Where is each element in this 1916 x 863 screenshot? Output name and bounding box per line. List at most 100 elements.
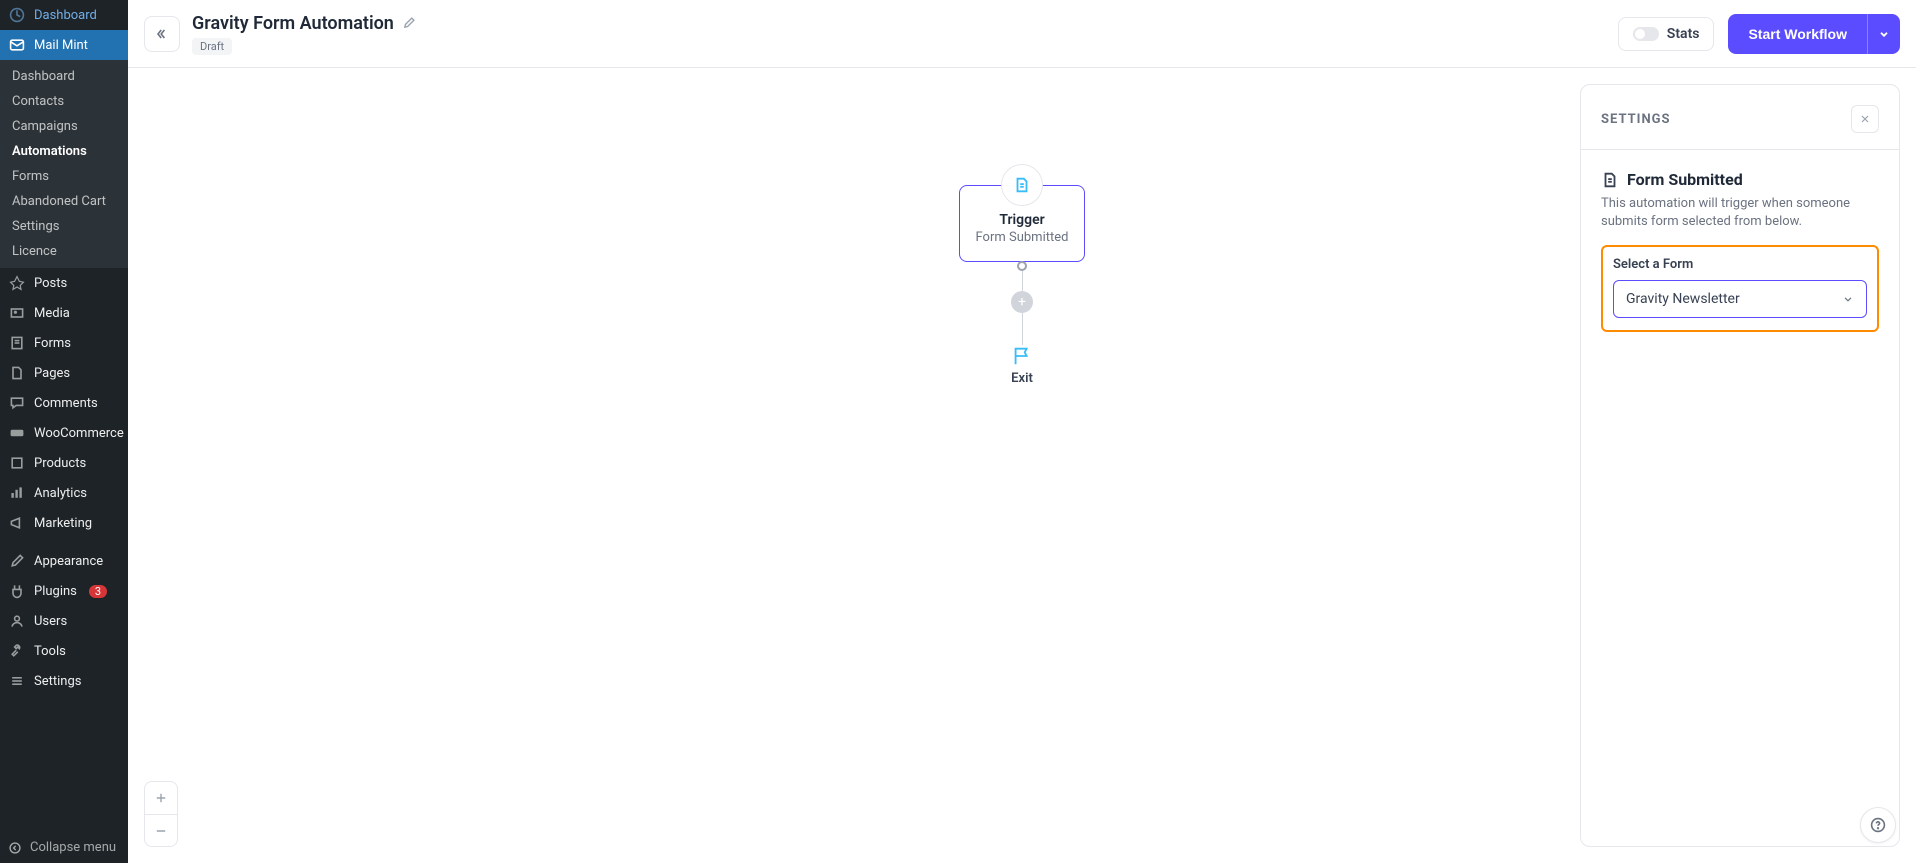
draft-badge: Draft — [192, 38, 232, 55]
wp-admin-sidebar: Dashboard Mail Mint Dashboard Contacts C… — [0, 0, 128, 863]
sidebar-label: Media — [34, 306, 70, 321]
sidebar-item-pages[interactable]: Pages — [0, 358, 128, 388]
trigger-title: Trigger — [972, 212, 1072, 228]
start-workflow-dropdown[interactable] — [1867, 14, 1900, 54]
topbar: Gravity Form Automation Draft Stats Star… — [128, 0, 1916, 68]
plugins-badge: 3 — [89, 585, 107, 598]
section-description: This automation will trigger when someon… — [1601, 195, 1879, 231]
help-icon — [1870, 817, 1886, 833]
page-title: Gravity Form Automation — [192, 13, 394, 34]
sidebar-item-users[interactable]: Users — [0, 606, 128, 636]
collapse-label: Collapse menu — [30, 840, 116, 855]
close-icon — [1859, 113, 1871, 125]
analytics-icon — [8, 484, 26, 502]
pin-icon — [8, 274, 26, 292]
forms-icon — [8, 334, 26, 352]
submenu-campaigns[interactable]: Campaigns — [0, 114, 128, 139]
collapse-icon — [8, 841, 22, 855]
form-select[interactable]: Gravity Newsletter — [1613, 280, 1867, 318]
sidebar-item-forms[interactable]: Forms — [0, 328, 128, 358]
sidebar-label: Posts — [34, 276, 67, 291]
panel-close-button[interactable] — [1851, 105, 1879, 133]
sidebar-item-comments[interactable]: Comments — [0, 388, 128, 418]
exit-flag-icon — [1011, 345, 1033, 367]
zoom-in-button[interactable] — [145, 782, 177, 814]
sidebar-item-posts[interactable]: Posts — [0, 268, 128, 298]
sidebar-label: Pages — [34, 366, 70, 381]
plugin-icon — [8, 582, 26, 600]
sidebar-label: Mail Mint — [34, 38, 88, 53]
select-value: Gravity Newsletter — [1626, 291, 1740, 307]
submenu-settings[interactable]: Settings — [0, 214, 128, 239]
stats-toggle-group: Stats — [1618, 17, 1715, 51]
user-icon — [8, 612, 26, 630]
sidebar-label: Users — [34, 614, 67, 629]
sidebar-item-tools[interactable]: Tools — [0, 636, 128, 666]
products-icon — [8, 454, 26, 472]
field-label: Select a Form — [1613, 257, 1867, 272]
comment-icon — [8, 394, 26, 412]
panel-header-title: SETTINGS — [1601, 112, 1671, 127]
sidebar-label: Comments — [34, 396, 98, 411]
start-workflow-button[interactable]: Start Workflow — [1728, 14, 1867, 54]
workflow-canvas[interactable]: Trigger Form Submitted + Exit SETTINGS — [128, 68, 1916, 863]
sidebar-item-marketing[interactable]: Marketing — [0, 508, 128, 538]
chevron-down-icon — [1842, 293, 1854, 305]
sidebar-item-analytics[interactable]: Analytics — [0, 478, 128, 508]
add-step-button[interactable]: + — [1011, 291, 1033, 313]
submenu-abandoned[interactable]: Abandoned Cart — [0, 189, 128, 214]
trigger-icon-circle — [1001, 164, 1043, 206]
sidebar-item-appearance[interactable]: Appearance — [0, 546, 128, 576]
sidebar-label: Forms — [34, 336, 71, 351]
submenu-dashboard[interactable]: Dashboard — [0, 64, 128, 89]
trigger-subtitle: Form Submitted — [972, 230, 1072, 245]
settings-panel: SETTINGS Form Submitted This automation … — [1580, 84, 1900, 847]
document-icon — [1013, 176, 1031, 194]
dashboard-icon — [8, 6, 26, 24]
zoom-out-button[interactable] — [145, 814, 177, 846]
megaphone-icon — [8, 514, 26, 532]
woo-icon — [8, 424, 26, 442]
media-icon — [8, 304, 26, 322]
sidebar-label: Products — [34, 456, 86, 471]
help-button[interactable] — [1860, 807, 1896, 843]
sidebar-label: Dashboard — [34, 8, 97, 23]
sidebar-label: Tools — [34, 644, 66, 659]
page-icon — [8, 364, 26, 382]
chevron-down-icon — [1878, 28, 1890, 40]
exit-label: Exit — [1011, 371, 1033, 386]
sidebar-item-mailmint[interactable]: Mail Mint — [0, 30, 128, 60]
sidebar-item-plugins[interactable]: Plugins 3 — [0, 576, 128, 606]
edit-title-button[interactable] — [402, 16, 416, 30]
sidebar-label: Plugins — [34, 584, 77, 599]
chevron-left-icon — [154, 26, 170, 42]
submenu-automations[interactable]: Automations — [0, 139, 128, 164]
connector-line — [1022, 313, 1023, 345]
sidebar-label: WooCommerce — [34, 426, 124, 441]
sidebar-item-woo[interactable]: WooCommerce — [0, 418, 128, 448]
submenu-licence[interactable]: Licence — [0, 239, 128, 264]
back-button[interactable] — [144, 16, 180, 52]
connector-line — [1022, 271, 1023, 291]
submenu-contacts[interactable]: Contacts — [0, 89, 128, 114]
submenu-forms[interactable]: Forms — [0, 164, 128, 189]
flow-container: Trigger Form Submitted + Exit — [959, 164, 1085, 386]
sidebar-item-products[interactable]: Products — [0, 448, 128, 478]
stats-toggle[interactable] — [1633, 27, 1659, 41]
sidebar-label: Appearance — [34, 554, 103, 569]
main-area: Gravity Form Automation Draft Stats Star… — [128, 0, 1916, 863]
collapse-menu[interactable]: Collapse menu — [0, 832, 128, 863]
stats-label: Stats — [1667, 26, 1700, 42]
document-icon — [1601, 171, 1619, 189]
wrench-icon — [8, 642, 26, 660]
sidebar-item-media[interactable]: Media — [0, 298, 128, 328]
section-title: Form Submitted — [1627, 170, 1743, 189]
sidebar-label: Settings — [34, 674, 81, 689]
mail-icon — [8, 36, 26, 54]
zoom-controls — [144, 781, 178, 847]
sidebar-item-dashboard[interactable]: Dashboard — [0, 0, 128, 30]
brush-icon — [8, 552, 26, 570]
select-form-highlight: Select a Form Gravity Newsletter — [1601, 245, 1879, 332]
sidebar-item-settings[interactable]: Settings — [0, 666, 128, 696]
settings-icon — [8, 672, 26, 690]
